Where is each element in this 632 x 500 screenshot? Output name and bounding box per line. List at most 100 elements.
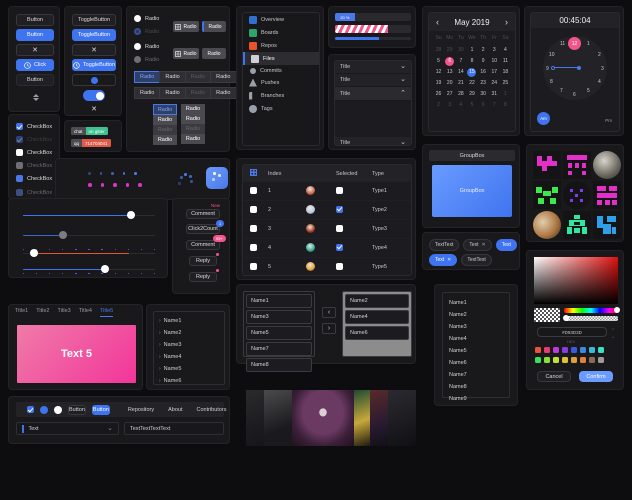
calendar-day[interactable]: 5 (433, 57, 444, 66)
table-row[interactable]: 2 Type2 (243, 200, 411, 220)
calendar-day[interactable]: 9 (478, 57, 489, 66)
tab-bar[interactable]: Title1 Title2 Title3 Title4 Title5 (9, 305, 142, 320)
calendar-day[interactable]: 24 (489, 79, 500, 88)
identicon-bars[interactable] (593, 181, 621, 209)
table-row[interactable]: 1 Type1 (243, 182, 411, 201)
color-swatch[interactable] (589, 357, 595, 363)
table-row[interactable]: 4 Type4 (243, 238, 411, 258)
calendar-prev-button[interactable]: ‹ (436, 17, 439, 27)
photo-avatar-2[interactable] (533, 211, 561, 239)
row-selected-checkbox[interactable] (336, 243, 343, 251)
radio-on[interactable] (134, 15, 141, 22)
toggle-plain-close[interactable]: ✕ (88, 105, 100, 114)
close-icon[interactable]: ✕ (447, 257, 451, 263)
segment-item[interactable]: Radio (134, 71, 161, 83)
transfer-move-left-button[interactable]: ‹ (322, 307, 336, 318)
checkbox-item[interactable]: CheckBox (16, 175, 52, 182)
hue-slider[interactable] (564, 307, 620, 313)
clock-hour[interactable]: 8 (550, 79, 553, 85)
alpha-slider[interactable] (563, 315, 618, 321)
sidebar-item-tags[interactable]: Tags (243, 102, 319, 115)
segment-item[interactable]: Radio (159, 71, 186, 83)
chevron-right-icon[interactable]: › (159, 330, 161, 336)
chevron-right-icon[interactable]: › (159, 378, 161, 384)
segment-item[interactable]: Radio (210, 87, 237, 99)
menu-item-repository[interactable]: Repository (124, 405, 158, 415)
toolbar-radio-selected[interactable] (40, 405, 48, 414)
list-item[interactable]: Name4 (443, 333, 509, 345)
color-swatch[interactable] (562, 347, 568, 353)
calendar-day[interactable]: 17 (489, 68, 500, 77)
button-dark[interactable]: Button (16, 74, 54, 86)
identicon-glyph[interactable] (593, 211, 621, 239)
button-primary[interactable]: Button (16, 29, 54, 41)
accordion-header[interactable]: Title ⌄ (335, 61, 411, 74)
identicon-blocks[interactable] (563, 151, 591, 179)
accordion-header-expanded[interactable]: Title ⌃ (335, 87, 411, 101)
sidebar-item-files[interactable]: Files (243, 52, 319, 65)
checkbox-item[interactable]: CheckBox (16, 123, 52, 130)
radio-button-icon[interactable]: Radio (173, 21, 199, 32)
sidebar-item-boards[interactable]: Boards (243, 26, 319, 39)
menu-item-about[interactable]: About (164, 405, 186, 415)
row-selected-checkbox[interactable] (336, 186, 343, 194)
sidebar-item-overview[interactable]: Overview (243, 13, 319, 26)
calendar-day[interactable]: 10 (489, 57, 500, 66)
badge-qq[interactable]: qq 714704041 (71, 139, 111, 147)
row-selected-checkbox[interactable] (336, 224, 343, 232)
badge-chat[interactable]: chat on gitter (71, 127, 108, 135)
list-item[interactable]: Name2 (443, 309, 509, 321)
alpha-slider-knob[interactable] (563, 315, 569, 321)
pm-button[interactable]: Pm (605, 118, 612, 123)
clock-hour-12[interactable]: 12 (568, 37, 581, 50)
col-index[interactable]: Index (265, 165, 303, 182)
button-click[interactable]: Click (16, 59, 54, 71)
swatch-row-1[interactable] (535, 347, 604, 353)
row-checkbox[interactable] (250, 186, 257, 194)
row-selected-cell[interactable] (333, 200, 369, 220)
tab-title4[interactable]: Title4 (79, 308, 92, 317)
chip-texttext[interactable]: TextText (429, 239, 460, 251)
tab-title1[interactable]: Title1 (15, 308, 28, 317)
transfer-move-right-button[interactable]: › (322, 323, 336, 334)
color-swatch[interactable] (535, 357, 541, 363)
slider-3[interactable] (23, 249, 155, 258)
calendar-day[interactable]: 23 (478, 79, 489, 88)
row-checkbox-cell[interactable] (243, 238, 265, 258)
list-item[interactable]: Name5 (246, 326, 312, 340)
clock-hour[interactable]: 9 (546, 66, 549, 72)
calendar-day[interactable]: 20 (444, 79, 455, 88)
calendar-day[interactable]: 8 (466, 57, 477, 66)
chip-text-close[interactable]: Text ✕ (463, 239, 492, 251)
color-swatch[interactable] (598, 357, 604, 363)
list-item[interactable]: Name2 (345, 294, 409, 308)
calendar-day[interactable]: 16 (478, 68, 489, 77)
calendar-day[interactable]: 21 (455, 79, 466, 88)
chip-text-blue[interactable]: Text (495, 239, 517, 251)
row-selected-cell[interactable] (333, 257, 369, 275)
menu-item-contributors[interactable]: Contributors (192, 405, 230, 415)
calendar-day[interactable]: 6 (444, 57, 455, 66)
color-swatch[interactable] (580, 357, 586, 363)
tree-item[interactable]: › Name6 (154, 375, 224, 387)
switch-on[interactable] (83, 90, 105, 101)
tab-title3[interactable]: Title3 (58, 308, 71, 317)
accordion-header[interactable]: Title ⌄ (335, 74, 411, 87)
reply-button[interactable]: Reply (189, 256, 217, 266)
calendar-day[interactable]: 27 (444, 90, 455, 99)
calendar-day[interactable]: 12 (433, 68, 444, 77)
identicon-creeper[interactable] (533, 181, 561, 209)
radio-segment-bottom[interactable]: Radio Radio Radio Radio (134, 87, 237, 99)
list-item[interactable]: Name1 (443, 297, 509, 309)
close-icon[interactable]: ✕ (482, 242, 486, 248)
tree-item[interactable]: › Name5 (154, 363, 224, 375)
calendar-day[interactable]: 15 (466, 68, 477, 77)
chevron-down-icon[interactable]: ⌄ (107, 425, 113, 432)
button-close[interactable]: ✕ (16, 44, 54, 56)
clock-hour[interactable]: 11 (560, 41, 565, 47)
chevron-right-icon[interactable]: › (159, 342, 161, 348)
toolbar-checkbox[interactable] (27, 406, 34, 413)
chip-texttext-2[interactable]: TextText (461, 254, 492, 266)
button-outline[interactable]: Button (16, 14, 54, 26)
comment-button[interactable]: Comment (186, 209, 220, 219)
